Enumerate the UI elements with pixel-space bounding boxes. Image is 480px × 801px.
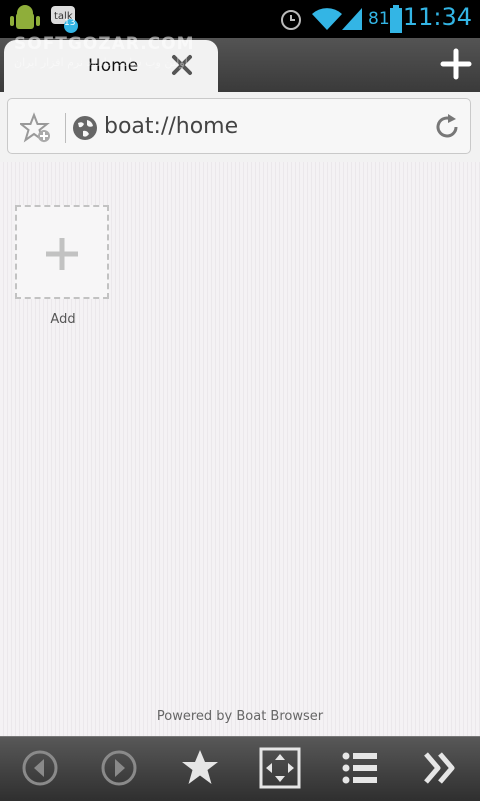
notification-badge: 13 <box>64 18 76 28</box>
more-icon[interactable] <box>418 746 462 790</box>
menu-icon[interactable] <box>338 746 382 790</box>
powered-by-text: Powered by Boat Browser <box>156 709 324 724</box>
android-debug-icon <box>10 5 40 29</box>
bookmarks-icon[interactable] <box>178 746 222 790</box>
fullscreen-icon[interactable] <box>258 746 302 790</box>
plus-icon <box>46 238 78 270</box>
bottom-toolbar <box>0 736 480 801</box>
battery-level: 81 <box>368 9 390 29</box>
forward-icon[interactable] <box>97 746 141 790</box>
battery-icon <box>390 5 402 33</box>
clock: 11:34 <box>402 3 472 31</box>
wifi-icon <box>312 8 342 30</box>
back-icon[interactable] <box>18 746 62 790</box>
signal-icon <box>342 8 362 30</box>
close-tab-icon[interactable] <box>170 53 194 77</box>
add-bookmark-icon[interactable] <box>20 112 52 144</box>
tab-title: Home <box>88 56 139 76</box>
url-text[interactable]: boat://home <box>104 114 238 139</box>
alarm-icon <box>281 10 301 30</box>
address-divider <box>65 113 66 143</box>
add-label: Add <box>50 312 76 327</box>
globe-icon <box>73 116 97 140</box>
new-tab-icon[interactable] <box>440 48 472 80</box>
refresh-icon[interactable] <box>432 112 462 142</box>
